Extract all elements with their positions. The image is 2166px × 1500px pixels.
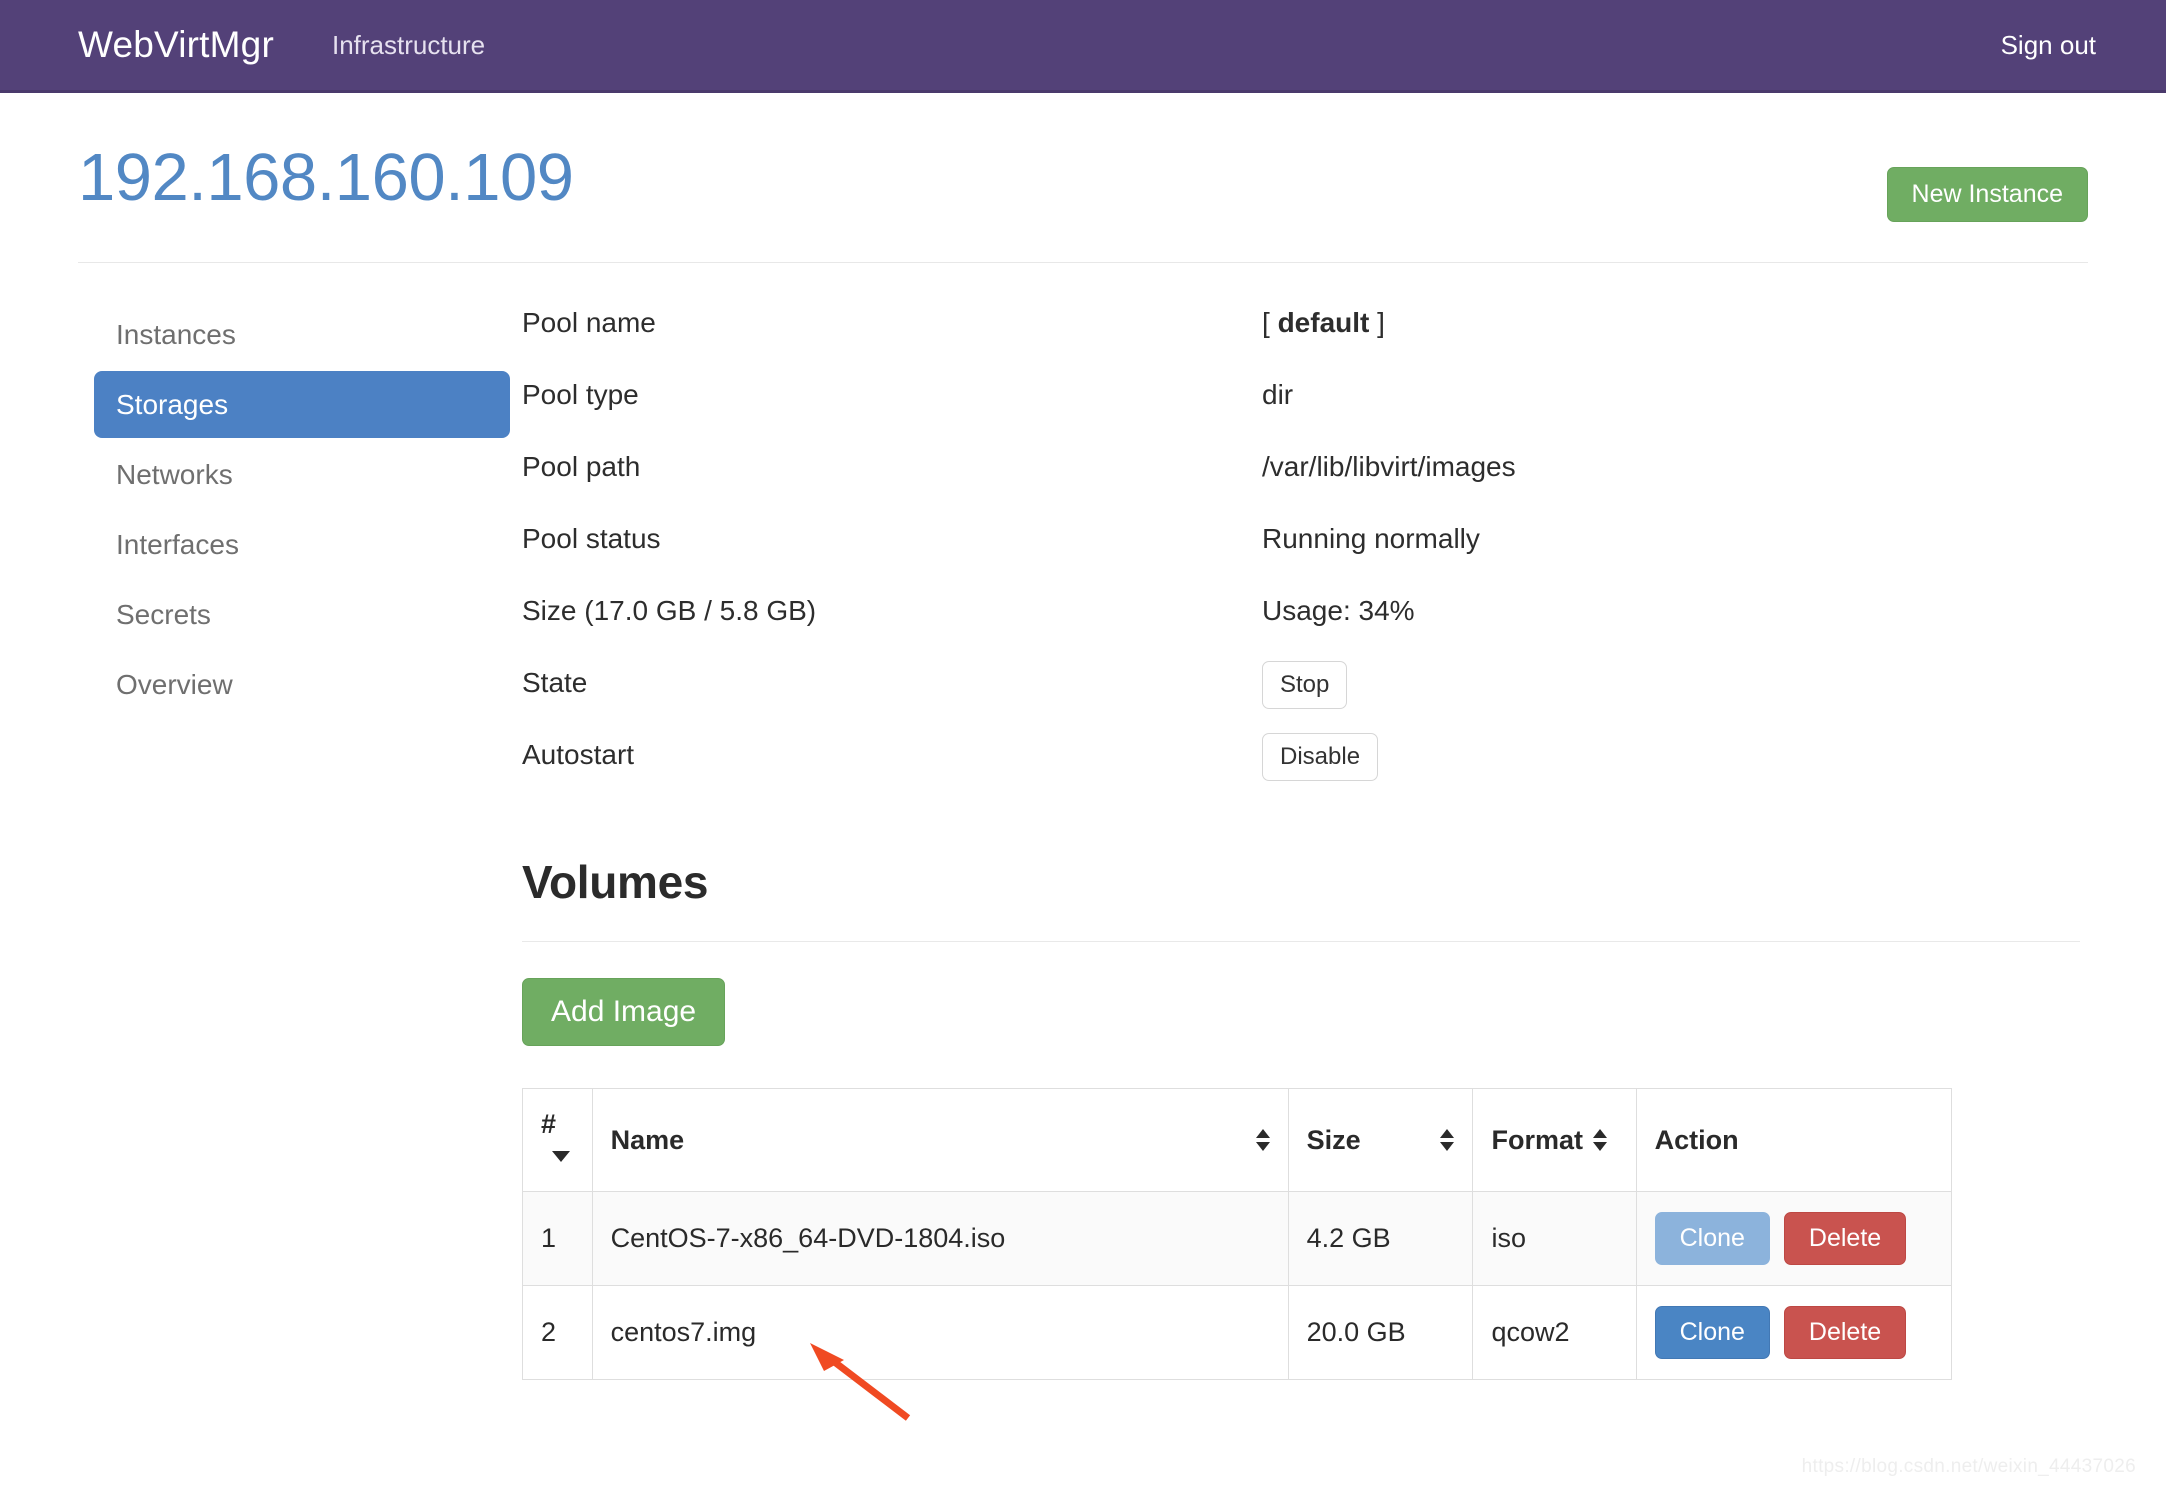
sort-both-icon[interactable] (1256, 1127, 1270, 1153)
state-value: Stop (1262, 661, 1347, 709)
table-row: 2 centos7.img 20.0 GB qcow2 Clone Delete (523, 1286, 1952, 1380)
detail-row-state: State Stop (522, 661, 2080, 733)
autostart-label: Autostart (522, 733, 1262, 771)
cell-volume-size: 4.2 GB (1288, 1192, 1473, 1286)
nav-item-infrastructure[interactable]: Infrastructure (332, 30, 485, 61)
sidebar-item-interfaces[interactable]: Interfaces (94, 511, 510, 578)
page-header: 192.168.160.109 New Instance (78, 93, 2088, 222)
column-header-num-label: # (541, 1109, 556, 1139)
content-columns: Instances Storages Networks Interfaces S… (78, 263, 2088, 1380)
pool-status-value: Running normally (1262, 517, 1480, 555)
volumes-table-head: # Name Size (523, 1089, 1952, 1192)
pool-path-value: /var/lib/libvirt/images (1262, 445, 1516, 483)
pool-name-label: Pool name (522, 301, 1262, 339)
volumes-divider (522, 941, 2080, 942)
cell-volume-size: 20.0 GB (1288, 1286, 1473, 1380)
sidebar-nav: Instances Storages Networks Interfaces S… (78, 301, 510, 1380)
cell-row-number: 1 (523, 1192, 593, 1286)
column-header-size[interactable]: Size (1288, 1089, 1473, 1192)
cell-volume-format: iso (1473, 1192, 1636, 1286)
detail-row-autostart: Autostart Disable (522, 733, 2080, 805)
stop-button[interactable]: Stop (1262, 661, 1347, 709)
cell-actions: Clone Delete (1636, 1192, 1951, 1286)
add-image-button[interactable]: Add Image (522, 978, 725, 1046)
pool-status-label: Pool status (522, 517, 1262, 555)
cell-row-number: 2 (523, 1286, 593, 1380)
detail-row-pool-name: Pool name [ default ] (522, 301, 2080, 373)
volumes-table: # Name Size (522, 1088, 1952, 1380)
table-header-row: # Name Size (523, 1089, 1952, 1192)
cell-volume-format: qcow2 (1473, 1286, 1636, 1380)
sidebar-item-storages[interactable]: Storages (94, 371, 510, 438)
column-header-name[interactable]: Name (592, 1089, 1288, 1192)
clone-button[interactable]: Clone (1655, 1212, 1770, 1265)
pool-name-text: default (1278, 307, 1370, 338)
sort-both-icon[interactable] (1593, 1127, 1607, 1153)
detail-row-pool-path: Pool path /var/lib/libvirt/images (522, 445, 2080, 517)
clone-button[interactable]: Clone (1655, 1306, 1770, 1359)
detail-row-pool-type: Pool type dir (522, 373, 2080, 445)
sidebar-item-overview[interactable]: Overview (94, 651, 510, 718)
top-navbar: WebVirtMgr Infrastructure Sign out (0, 0, 2166, 93)
cell-volume-name: centos7.img (592, 1286, 1288, 1380)
detail-row-pool-size: Size (17.0 GB / 5.8 GB) Usage: 34% (522, 589, 2080, 661)
watermark-text: https://blog.csdn.net/weixin_44437026 (1802, 1456, 2136, 1478)
delete-button[interactable]: Delete (1784, 1212, 1906, 1265)
page-content: 192.168.160.109 New Instance Instances S… (0, 93, 2166, 1380)
volumes-table-body: 1 CentOS-7-x86_64-DVD-1804.iso 4.2 GB is… (523, 1192, 1952, 1380)
sidebar-item-networks[interactable]: Networks (94, 441, 510, 508)
cell-volume-name: CentOS-7-x86_64-DVD-1804.iso (592, 1192, 1288, 1286)
column-header-size-label: Size (1307, 1125, 1361, 1156)
column-header-num[interactable]: # (523, 1089, 593, 1192)
sort-both-icon[interactable] (1440, 1127, 1454, 1153)
new-instance-button[interactable]: New Instance (1887, 167, 2088, 222)
cell-actions: Clone Delete (1636, 1286, 1951, 1380)
autostart-value: Disable (1262, 733, 1378, 781)
column-header-format[interactable]: Format (1473, 1089, 1636, 1192)
disable-button[interactable]: Disable (1262, 733, 1378, 781)
main-panel: Pool name [ default ] Pool type dir Pool… (510, 301, 2088, 1380)
column-header-format-label: Format (1491, 1125, 1583, 1156)
pool-name-bracket-open: [ (1262, 307, 1278, 338)
detail-row-pool-status: Pool status Running normally (522, 517, 2080, 589)
delete-button[interactable]: Delete (1784, 1306, 1906, 1359)
pool-path-label: Pool path (522, 445, 1262, 483)
sort-desc-icon[interactable] (552, 1151, 570, 1162)
pool-size-label: Size (17.0 GB / 5.8 GB) (522, 589, 1262, 627)
sign-out-link[interactable]: Sign out (2001, 30, 2096, 61)
column-header-action: Action (1636, 1089, 1951, 1192)
page-title: 192.168.160.109 (78, 143, 574, 213)
pool-type-value: dir (1262, 373, 1293, 411)
app-brand[interactable]: WebVirtMgr (78, 24, 274, 66)
sidebar-item-instances[interactable]: Instances (94, 301, 510, 368)
pool-usage-value: Usage: 34% (1262, 589, 1415, 627)
pool-type-label: Pool type (522, 373, 1262, 411)
sidebar-item-secrets[interactable]: Secrets (94, 581, 510, 648)
table-row: 1 CentOS-7-x86_64-DVD-1804.iso 4.2 GB is… (523, 1192, 1952, 1286)
pool-name-value: [ default ] (1262, 301, 1385, 339)
page-root: WebVirtMgr Infrastructure Sign out 192.1… (0, 0, 2166, 1500)
state-label: State (522, 661, 1262, 699)
column-header-name-label: Name (611, 1125, 685, 1156)
pool-name-bracket-close: ] (1369, 307, 1385, 338)
volumes-heading: Volumes (522, 855, 2080, 909)
